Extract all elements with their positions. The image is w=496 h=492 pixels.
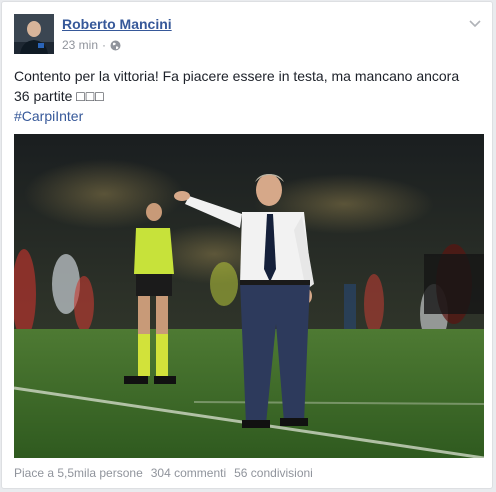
- post-timestamp[interactable]: 23 min: [62, 38, 98, 52]
- meta-separator: ·: [102, 38, 107, 52]
- globe-icon[interactable]: [110, 40, 121, 51]
- post-emojis: □□□: [76, 88, 105, 104]
- post-meta: 23 min ·: [62, 38, 121, 52]
- author-name[interactable]: Roberto Mancini: [62, 16, 172, 32]
- avatar[interactable]: [14, 14, 54, 54]
- comments-count[interactable]: 304 commenti: [151, 466, 226, 480]
- post-card: Roberto Mancini 23 min · Contento per la…: [1, 1, 493, 489]
- hashtag-link[interactable]: #CarpiInter: [14, 106, 484, 126]
- post-text-line2: 36 partite: [14, 88, 73, 104]
- engagement-stats: Piace a 5,5mila persone 304 commenti 56 …: [14, 466, 313, 480]
- likes-count[interactable]: Piace a 5,5mila persone: [14, 466, 143, 480]
- post-text-line1: Contento per la vittoria! Fa piacere ess…: [14, 68, 460, 84]
- post-text: Contento per la vittoria! Fa piacere ess…: [14, 66, 484, 126]
- shares-count[interactable]: 56 condivisioni: [234, 466, 313, 480]
- chevron-down-icon[interactable]: [468, 16, 482, 28]
- post-photo[interactable]: [14, 134, 484, 458]
